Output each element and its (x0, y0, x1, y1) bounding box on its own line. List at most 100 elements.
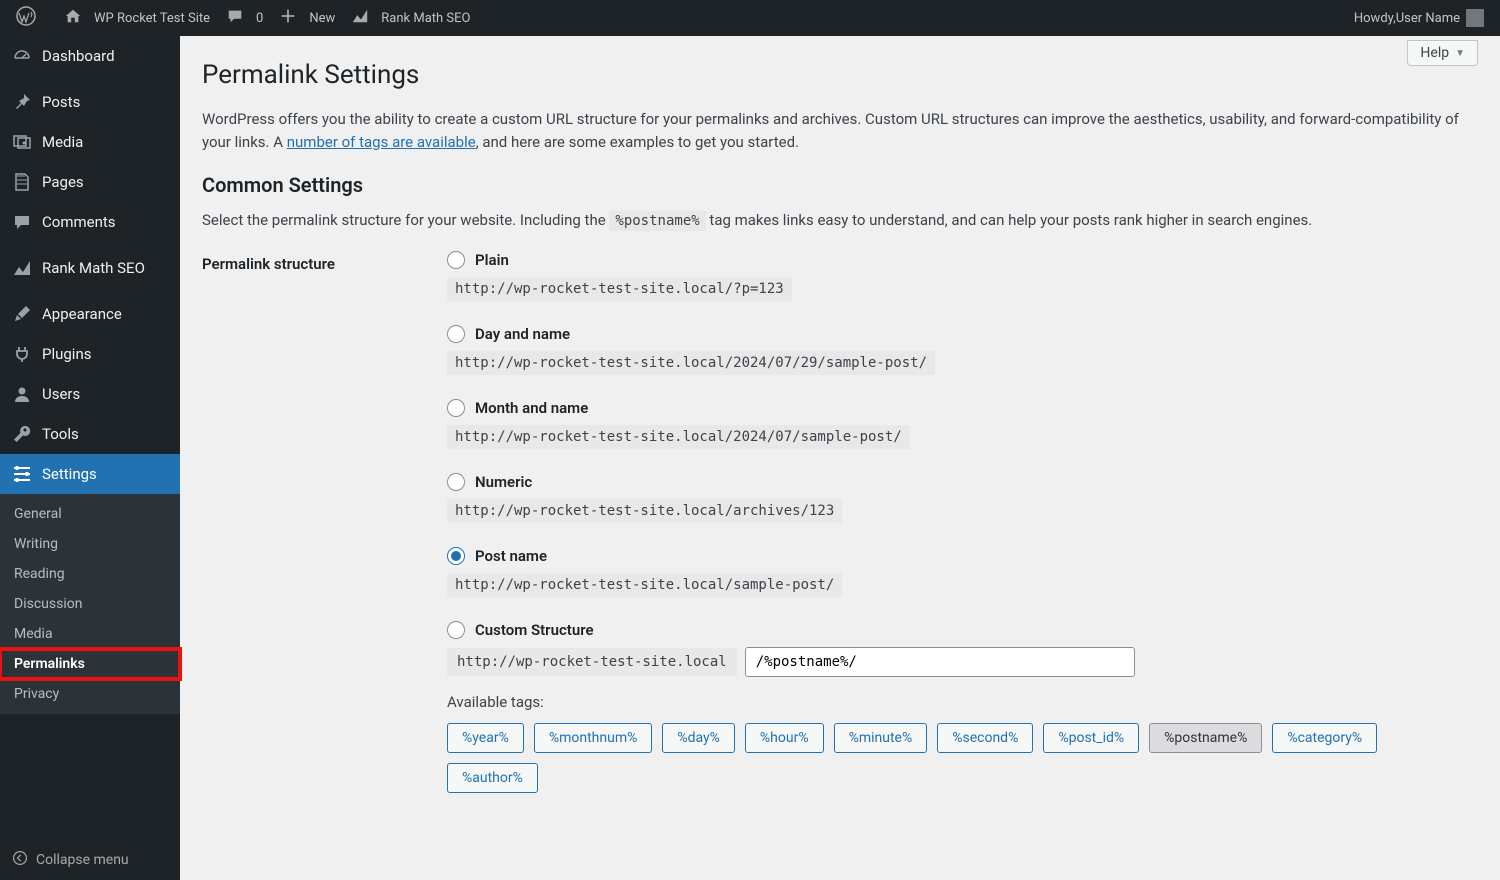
tag-button-category[interactable]: %category% (1272, 723, 1377, 753)
common-settings-desc: Select the permalink structure for your … (202, 211, 1478, 229)
plus-icon (279, 7, 303, 29)
submenu-item-privacy[interactable]: Privacy (0, 679, 180, 709)
page-title: Permalink Settings (202, 60, 1478, 90)
radio-input[interactable] (447, 251, 465, 269)
admin-sidebar: Dashboard Posts Media Pages Comments Rank Mat… (0, 36, 180, 880)
sidebar-item-plugins[interactable]: Plugins (0, 334, 180, 374)
sidebar-item-tools[interactable]: Tools (0, 414, 180, 454)
tag-button-postname[interactable]: %postname% (1149, 723, 1262, 753)
help-tab[interactable]: Help▼ (1407, 40, 1478, 66)
media-icon (12, 132, 32, 152)
example-url: http://wp-rocket-test-site.local/archive… (447, 499, 842, 523)
settings-icon (12, 464, 32, 484)
radio-label[interactable]: Numeric (447, 473, 1478, 491)
permalink-option-post-name: Post name http://wp-rocket-test-site.loca… (447, 547, 1478, 597)
tag-button-year[interactable]: %year% (447, 723, 524, 753)
radio-text: Numeric (475, 473, 532, 491)
radio-input[interactable] (447, 325, 465, 343)
sidebar-item-label: Appearance (42, 305, 122, 323)
site-name-text: WP Rocket Test Site (94, 11, 210, 26)
rankmath-toolbar-link[interactable]: Rank Math SEO (343, 0, 478, 36)
tag-button-author[interactable]: %author% (447, 763, 538, 793)
brush-icon (12, 304, 32, 324)
sidebar-submenu: GeneralWritingReadingDiscussionMediaPerm… (0, 494, 180, 714)
custom-structure-input[interactable] (745, 647, 1135, 677)
sidebar-item-rank-math-seo[interactable]: Rank Math SEO (0, 248, 180, 288)
postname-code: %postname% (609, 211, 705, 231)
sidebar-item-label: Pages (42, 173, 84, 191)
permalink-structure-label: Permalink structure (202, 251, 447, 817)
site-name-link[interactable]: WP Rocket Test Site (56, 0, 218, 36)
chevron-down-icon: ▼ (1455, 48, 1465, 59)
radio-text: Month and name (475, 399, 588, 417)
available-tags-label: Available tags: (447, 693, 1478, 711)
radio-text: Plain (475, 251, 509, 269)
radio-input[interactable] (447, 621, 465, 639)
custom-prefix: http://wp-rocket-test-site.local (447, 648, 737, 676)
pages-icon (12, 172, 32, 192)
sidebar-item-settings[interactable]: Settings (0, 454, 180, 494)
radio-label[interactable]: Day and name (447, 325, 1478, 343)
example-url: http://wp-rocket-test-site.local/sample-… (447, 573, 842, 597)
user-name-text: User Name (1396, 11, 1460, 26)
permalink-option-plain: Plainhttp://wp-rocket-test-site.local/?p… (447, 251, 1478, 301)
submenu-item-media[interactable]: Media (0, 619, 180, 649)
sidebar-item-label: Rank Math SEO (42, 259, 145, 277)
wordpress-icon (16, 6, 42, 30)
tags-available-link[interactable]: number of tags are available (287, 133, 476, 151)
example-url: http://wp-rocket-test-site.local/2024/07… (447, 425, 910, 449)
tag-button-hour[interactable]: %hour% (745, 723, 824, 753)
sidebar-item-media[interactable]: Media (0, 122, 180, 162)
page-description: WordPress offers you the ability to crea… (202, 108, 1478, 153)
tag-button-second[interactable]: %second% (937, 723, 1033, 753)
sidebar-item-label: Tools (42, 425, 79, 443)
tag-buttons: %year% %monthnum% %day% %hour% %minute% %seco… (447, 723, 1478, 793)
submenu-item-discussion[interactable]: Discussion (0, 589, 180, 619)
admin-toolbar: WP Rocket Test Site 0 New Rank Math SEO … (0, 0, 1500, 36)
sidebar-item-posts[interactable]: Posts (0, 82, 180, 122)
radio-input[interactable] (447, 473, 465, 491)
sidebar-item-users[interactable]: Users (0, 374, 180, 414)
common-settings-heading: Common Settings (202, 173, 1478, 197)
sidebar-item-label: Comments (42, 213, 116, 231)
radio-text: Post name (475, 547, 547, 565)
radio-label[interactable]: Month and name (447, 399, 1478, 417)
wordpress-logo[interactable] (8, 0, 56, 36)
comments-link[interactable]: 0 (218, 0, 271, 36)
plug-icon (12, 344, 32, 364)
tag-button-day[interactable]: %day% (662, 723, 735, 753)
wrench-icon (12, 424, 32, 444)
submenu-item-permalinks[interactable]: Permalinks (0, 649, 180, 679)
pin-icon (12, 92, 32, 112)
radio-label[interactable]: Plain (447, 251, 1478, 269)
rankmath-label: Rank Math SEO (381, 11, 470, 26)
tag-button-post_id[interactable]: %post_id% (1043, 723, 1139, 753)
submenu-item-writing[interactable]: Writing (0, 529, 180, 559)
tag-button-minute[interactable]: %minute% (834, 723, 928, 753)
new-label: New (309, 11, 335, 26)
dashboard-icon (12, 46, 32, 66)
permalink-option-month-and-name: Month and name http://wp-rocket-test-site… (447, 399, 1478, 449)
sidebar-item-appearance[interactable]: Appearance (0, 294, 180, 334)
sidebar-item-label: Settings (42, 465, 97, 483)
collapse-menu-button[interactable]: Collapse menu (0, 840, 180, 880)
collapse-icon (12, 850, 28, 870)
custom-structure-row: http://wp-rocket-test-site.local (447, 647, 1478, 677)
sidebar-item-comments[interactable]: Comments (0, 202, 180, 242)
comments-count: 0 (256, 11, 263, 26)
user-account-link[interactable]: Howdy, User Name (1346, 0, 1492, 36)
sidebar-item-label: Posts (42, 93, 80, 111)
radio-label[interactable]: Custom Structure (447, 621, 1478, 639)
radio-label[interactable]: Post name (447, 547, 1478, 565)
submenu-item-general[interactable]: General (0, 499, 180, 529)
collapse-label: Collapse menu (36, 852, 129, 868)
sidebar-item-pages[interactable]: Pages (0, 162, 180, 202)
chart-icon (12, 258, 32, 278)
new-content-link[interactable]: New (271, 0, 343, 36)
radio-input[interactable] (447, 399, 465, 417)
sidebar-item-label: Plugins (42, 345, 91, 363)
sidebar-item-dashboard[interactable]: Dashboard (0, 36, 180, 76)
radio-input[interactable] (447, 547, 465, 565)
submenu-item-reading[interactable]: Reading (0, 559, 180, 589)
tag-button-monthnum[interactable]: %monthnum% (534, 723, 653, 753)
